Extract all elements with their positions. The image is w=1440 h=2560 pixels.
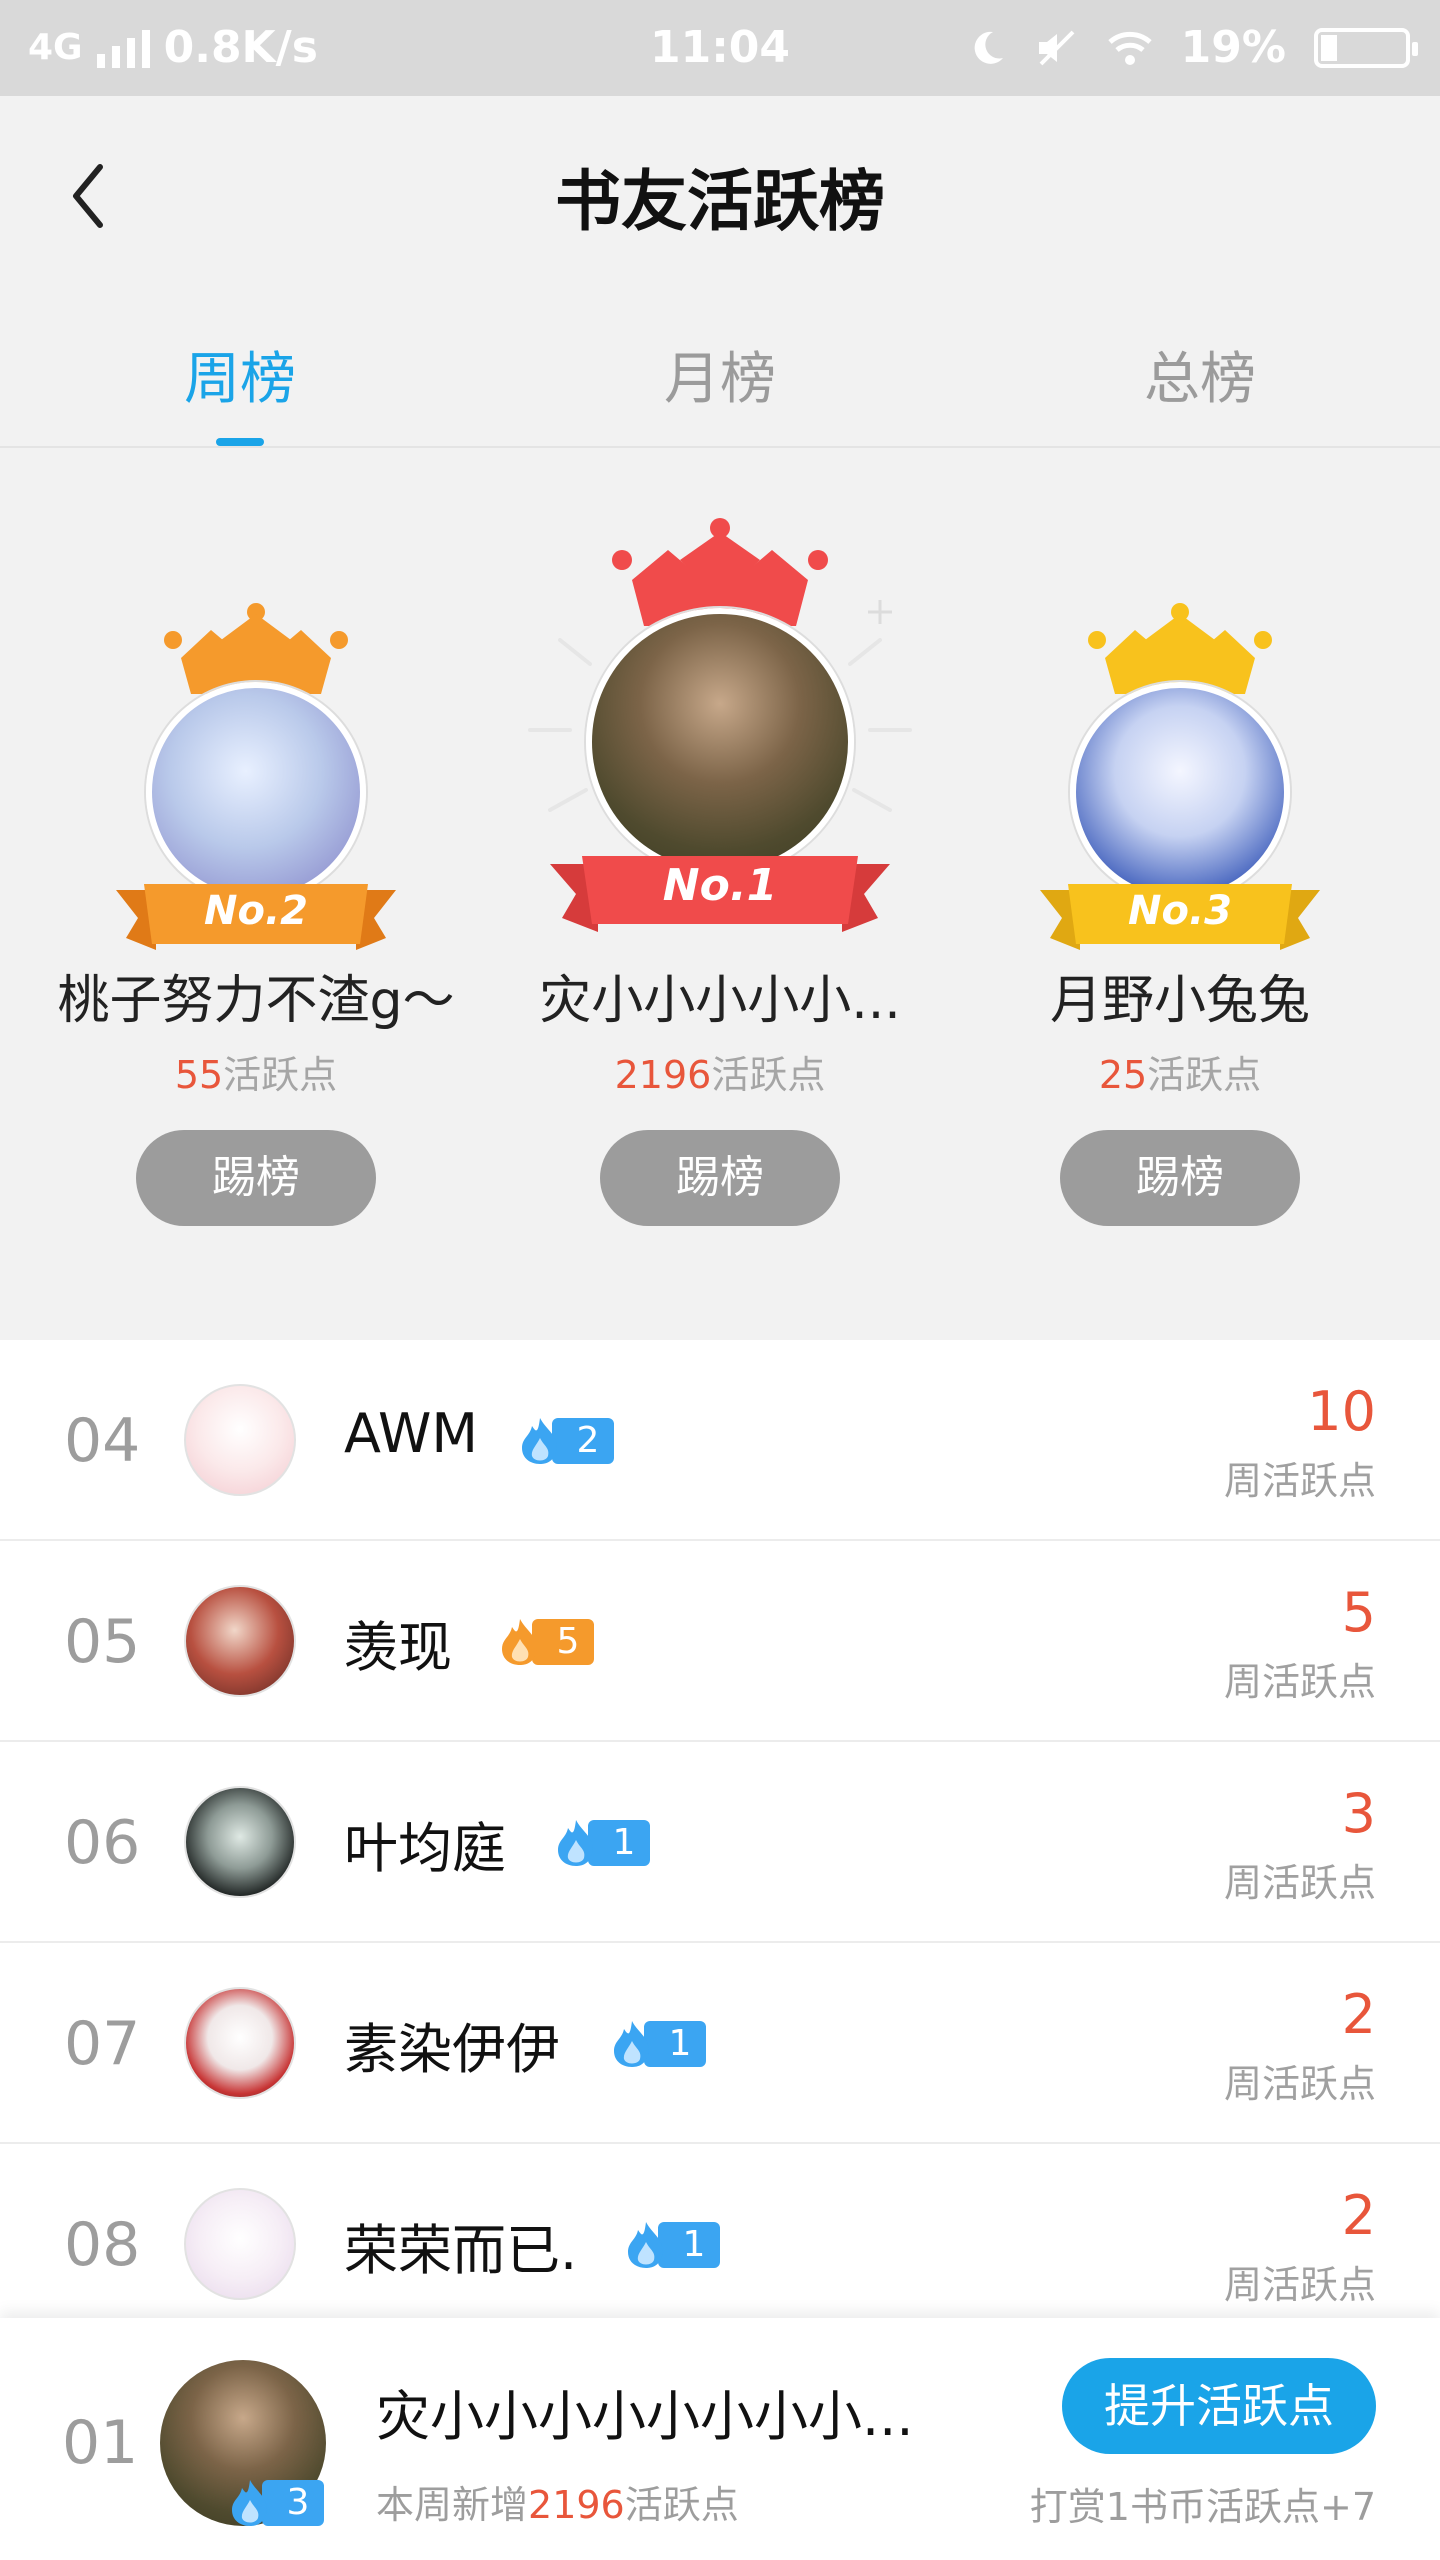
level-badge: 2 [516, 1416, 614, 1466]
podium-third[interactable]: No.3 月野小兔兔 25活跃点 踢榜 [950, 450, 1410, 1310]
status-bar: 4G 0.8K/s 11:04 19% [0, 0, 1440, 96]
rank-ribbon: No.3 [1040, 870, 1320, 960]
page-title: 书友活跃榜 [555, 163, 885, 240]
score-label: 周活跃点 [1223, 1660, 1376, 1704]
rank-label: No.1 [662, 860, 778, 911]
level-badge: 3 [226, 2478, 324, 2528]
rank-number: 07 [64, 2009, 141, 2079]
points-text: 25活跃点 [1098, 1053, 1262, 1097]
battery-icon [1314, 27, 1418, 68]
podium-second[interactable]: No.2 桃子努力不渣g～ 55活跃点 踢榜 [26, 450, 486, 1310]
user-name: 月野小兔兔 [1049, 971, 1310, 1031]
flame-icon [502, 1619, 537, 1665]
kick-button[interactable]: 踢榜 [136, 1130, 376, 1226]
kick-button[interactable]: 踢榜 [600, 1130, 840, 1226]
level-badge: 1 [608, 2019, 706, 2069]
tab-weekly[interactable]: 周榜 [0, 296, 480, 446]
user-name: 桃子努力不渣g～ [57, 971, 455, 1031]
rank-number: 04 [64, 1406, 141, 1476]
user-name: 荣荣而已. [344, 2219, 578, 2282]
list-item[interactable]: 08 荣荣而已. 1 2 周活跃点 [0, 2144, 1440, 2345]
avatar [586, 608, 854, 876]
podium-first[interactable]: No.1 灾小小小小小... 2196活跃点 踢榜 [490, 450, 950, 1310]
list-item[interactable]: 04 AWM 2 10 周活跃点 [0, 1340, 1440, 1541]
kick-button[interactable]: 踢榜 [1060, 1130, 1300, 1226]
score-label: 周活跃点 [1223, 2263, 1376, 2307]
wifi-icon [1108, 31, 1152, 65]
avatar [184, 1786, 296, 1898]
avatar [184, 1585, 296, 1697]
ranking-list: 04 AWM 2 10 周活跃点 05 羡现 5 5 周活跃点 06 叶均庭 1… [0, 1340, 1440, 2345]
tab-bar: 周榜 月榜 总榜 [0, 296, 1440, 448]
list-item[interactable]: 07 素染伊伊 1 2 周活跃点 [0, 1943, 1440, 2144]
mute-icon [1038, 30, 1075, 65]
tab-monthly[interactable]: 月榜 [480, 296, 960, 446]
flame-icon [522, 1418, 557, 1464]
rank-number: 06 [64, 1808, 141, 1878]
score-value: 2 [1341, 1983, 1376, 2046]
user-name: 灾小小小小小... [539, 971, 901, 1031]
score-value: 2 [1341, 2184, 1376, 2247]
avatar [184, 2188, 296, 2300]
status-right: 19% [967, 22, 1418, 73]
flame-icon [614, 2021, 649, 2067]
rank-number: 08 [64, 2210, 141, 2280]
rank-label: No.2 [204, 888, 308, 934]
battery-percent: 19% [1180, 22, 1286, 73]
points-text: 55活跃点 [174, 1053, 338, 1097]
level-badge: 1 [622, 2220, 720, 2270]
rank-ribbon: No.2 [116, 870, 396, 960]
weekly-added-text: 本周新增2196活跃点 [376, 2483, 739, 2527]
list-item[interactable]: 06 叶均庭 1 3 周活跃点 [0, 1742, 1440, 1943]
level-badge: 5 [496, 1617, 594, 1667]
score-label: 周活跃点 [1223, 1459, 1376, 1503]
rank-number: 01 [62, 2408, 139, 2478]
list-item[interactable]: 05 羡现 5 5 周活跃点 [0, 1541, 1440, 1742]
podium: No.2 桃子努力不渣g～ 55活跃点 踢榜 No.1 灾小小小小小... 21… [0, 450, 1440, 1310]
avatar [146, 682, 366, 902]
tab-total[interactable]: 总榜 [960, 296, 1440, 446]
reward-tip: 打赏1书币活跃点+7 [1029, 2485, 1376, 2529]
boost-activity-button[interactable]: 提升活跃点 [1062, 2358, 1376, 2454]
header: 书友活跃榜 [0, 96, 1440, 286]
level-badge: 1 [552, 1818, 650, 1868]
user-name: 叶均庭 [344, 1817, 506, 1880]
score-label: 周活跃点 [1223, 1861, 1376, 1905]
my-rank-bar: 01 3 灾小小小小小小小小... 本周新增2196活跃点 提升活跃点 打赏1书… [0, 2318, 1440, 2560]
rank-number: 05 [64, 1607, 141, 1677]
score-value: 5 [1341, 1581, 1376, 1644]
score-value: 10 [1307, 1380, 1376, 1443]
flame-icon [628, 2222, 663, 2268]
avatar [184, 1987, 296, 2099]
points-text: 2196活跃点 [614, 1053, 826, 1097]
flame-icon [558, 1820, 593, 1866]
flame-icon [232, 2480, 267, 2526]
user-name: AWM [344, 1402, 478, 1465]
score-label: 周活跃点 [1223, 2062, 1376, 2106]
rank-label: No.3 [1128, 888, 1232, 934]
avatar [184, 1384, 296, 1496]
score-value: 3 [1341, 1782, 1376, 1845]
avatar [1070, 682, 1290, 902]
rank-ribbon: No.1 [550, 840, 890, 940]
user-name: 灾小小小小小小小小... [376, 2385, 914, 2448]
user-name: 羡现 [344, 1616, 452, 1679]
user-name: 素染伊伊 [344, 2018, 560, 2081]
moon-icon [974, 31, 1003, 64]
